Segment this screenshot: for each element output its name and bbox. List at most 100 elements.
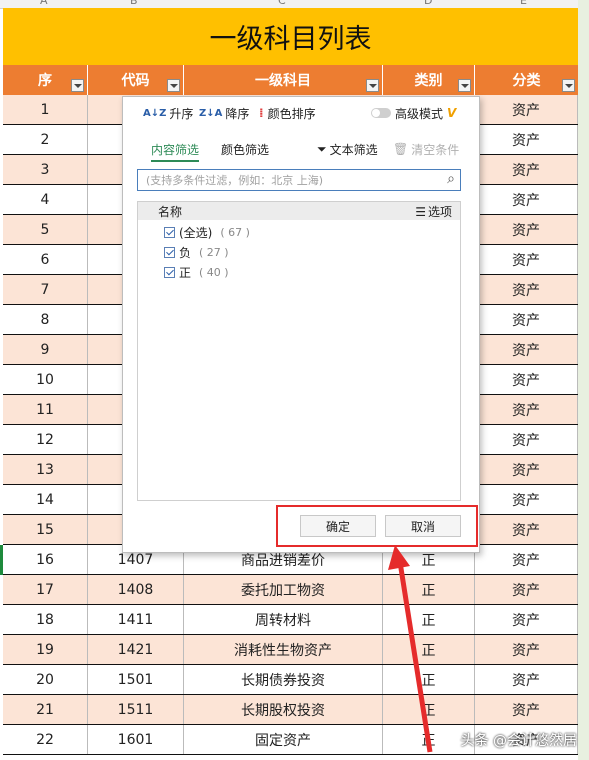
- table-cell-seq[interactable]: 1: [3, 95, 88, 124]
- header-category-label: 分类: [512, 73, 541, 89]
- options-button[interactable]: ☰ 选项: [415, 203, 452, 220]
- table-cell-seq[interactable]: 17: [3, 575, 88, 604]
- col-letter-b[interactable]: B: [130, 0, 138, 7]
- table-cell-cat[interactable]: 资产: [475, 485, 578, 514]
- color-sort-button[interactable]: ⁞ 颜色排序: [259, 103, 316, 123]
- table-cell-code[interactable]: 1601: [88, 725, 184, 754]
- table-cell-cat[interactable]: 资产: [475, 365, 578, 394]
- table-cell-seq[interactable]: 13: [3, 455, 88, 484]
- search-icon[interactable]: ⌕: [447, 171, 455, 187]
- table-cell-seq[interactable]: 4: [3, 185, 88, 214]
- table-cell-seq[interactable]: 6: [3, 245, 88, 274]
- table-cell-seq[interactable]: 14: [3, 485, 88, 514]
- table-cell-seq[interactable]: 20: [3, 665, 88, 694]
- tab-color-filter[interactable]: 颜色筛选: [221, 141, 269, 158]
- table-cell-type[interactable]: 正: [383, 665, 475, 694]
- table-cell-seq[interactable]: 10: [3, 365, 88, 394]
- table-cell-seq[interactable]: 2: [3, 125, 88, 154]
- col-letter-a[interactable]: A: [40, 0, 48, 7]
- table-row: 19 1421 消耗性生物资产正资产: [3, 635, 578, 665]
- table-cell-seq[interactable]: 11: [3, 395, 88, 424]
- filter-item-negative[interactable]: 负 ( 27 ): [138, 242, 460, 262]
- table-cell-cat[interactable]: 资产: [475, 245, 578, 274]
- table-cell-cat[interactable]: 资产: [475, 515, 578, 544]
- sort-desc-button[interactable]: Z↓A 降序: [199, 103, 249, 123]
- col-letter-c[interactable]: C: [278, 0, 286, 7]
- table-cell-type[interactable]: 正: [383, 695, 475, 724]
- table-cell-seq[interactable]: 8: [3, 305, 88, 334]
- clear-conditions-label: 清空条件: [411, 142, 460, 157]
- table-cell-cat[interactable]: 资产: [475, 695, 578, 724]
- table-cell-name[interactable]: 固定资产: [184, 725, 383, 754]
- clear-conditions-button[interactable]: 🗑 清空条件: [393, 139, 459, 159]
- table-cell-type[interactable]: 正: [383, 635, 475, 664]
- table-cell-seq[interactable]: 18: [3, 605, 88, 634]
- filter-item-label: 负: [179, 245, 192, 260]
- table-cell-name[interactable]: 长期股权投资: [184, 695, 383, 724]
- table-cell-code[interactable]: 1511: [88, 695, 184, 724]
- table-cell-seq[interactable]: 16: [3, 545, 88, 574]
- table-cell-seq[interactable]: 15: [3, 515, 88, 544]
- table-cell-seq[interactable]: 22: [3, 725, 88, 754]
- table-cell-cat[interactable]: 资产: [475, 665, 578, 694]
- tab-content-filter[interactable]: 内容筛选: [151, 141, 200, 162]
- filter-item-label: (全选): [179, 225, 213, 240]
- table-cell-cat[interactable]: 资产: [475, 185, 578, 214]
- highlight-box: [276, 505, 478, 547]
- filter-item-positive[interactable]: 正 ( 40 ): [138, 262, 460, 282]
- table-cell-cat[interactable]: 资产: [475, 395, 578, 424]
- text-filter-button[interactable]: ⏷ 文本筛选: [317, 139, 378, 159]
- table-cell-seq[interactable]: 5: [3, 215, 88, 244]
- table-cell-cat[interactable]: 资产: [475, 125, 578, 154]
- header-account: 一级科目: [184, 65, 383, 95]
- table-cell-seq[interactable]: 12: [3, 425, 88, 454]
- table-cell-code[interactable]: 1501: [88, 665, 184, 694]
- filter-dropdown-icon[interactable]: [167, 79, 180, 92]
- table-cell-name[interactable]: 消耗性生物资产: [184, 635, 383, 664]
- table-cell-cat[interactable]: 资产: [475, 335, 578, 364]
- table-row: 17 1408 委托加工物资正资产: [3, 575, 578, 605]
- table-cell-cat[interactable]: 资产: [475, 155, 578, 184]
- table-cell-cat[interactable]: 资产: [475, 605, 578, 634]
- table-cell-cat[interactable]: 资产: [475, 215, 578, 244]
- table-cell-seq[interactable]: 7: [3, 275, 88, 304]
- filter-dropdown-icon[interactable]: [562, 79, 575, 92]
- filter-search-input[interactable]: [144, 170, 438, 190]
- filter-item-count: ( 40 ): [199, 265, 229, 279]
- table-cell-seq[interactable]: 9: [3, 335, 88, 364]
- toggle-switch-icon: [371, 108, 391, 118]
- sort-asc-button[interactable]: A↓Z 升序: [143, 103, 193, 123]
- filter-item-select-all[interactable]: (全选) ( 67 ): [138, 222, 460, 242]
- checkbox-checked-icon[interactable]: [164, 266, 175, 278]
- table-cell-code[interactable]: 1411: [88, 605, 184, 634]
- table-cell-cat[interactable]: 资产: [475, 275, 578, 304]
- table-cell-seq[interactable]: 3: [3, 155, 88, 184]
- list-header: 名称 ☰ 选项: [138, 202, 460, 220]
- table-cell-cat[interactable]: 资产: [475, 545, 578, 574]
- table-cell-type[interactable]: 正: [383, 575, 475, 604]
- table-cell-name[interactable]: 周转材料: [184, 605, 383, 634]
- table-cell-type[interactable]: 正: [383, 605, 475, 634]
- advanced-mode-toggle[interactable]: 高级模式 V: [371, 103, 456, 123]
- header-seq: 序: [3, 65, 88, 95]
- table-cell-cat[interactable]: 资产: [475, 635, 578, 664]
- filter-item-count: ( 27 ): [199, 245, 229, 259]
- filter-dropdown-icon[interactable]: [458, 79, 471, 92]
- table-cell-cat[interactable]: 资产: [475, 455, 578, 484]
- table-cell-cat[interactable]: 资产: [475, 95, 578, 124]
- table-cell-cat[interactable]: 资产: [475, 305, 578, 334]
- table-cell-code[interactable]: 1408: [88, 575, 184, 604]
- checkbox-checked-icon[interactable]: [164, 246, 175, 258]
- table-cell-seq[interactable]: 21: [3, 695, 88, 724]
- checkbox-checked-icon[interactable]: [164, 226, 175, 238]
- filter-dropdown-icon[interactable]: [366, 79, 379, 92]
- filter-dropdown-icon[interactable]: [71, 79, 84, 92]
- table-cell-seq[interactable]: 19: [3, 635, 88, 664]
- table-cell-cat[interactable]: 资产: [475, 575, 578, 604]
- table-cell-name[interactable]: 委托加工物资: [184, 575, 383, 604]
- table-cell-code[interactable]: 1421: [88, 635, 184, 664]
- table-cell-name[interactable]: 长期债券投资: [184, 665, 383, 694]
- table-cell-cat[interactable]: 资产: [475, 425, 578, 454]
- col-letter-e[interactable]: E: [520, 0, 527, 7]
- col-letter-d[interactable]: D: [424, 0, 432, 7]
